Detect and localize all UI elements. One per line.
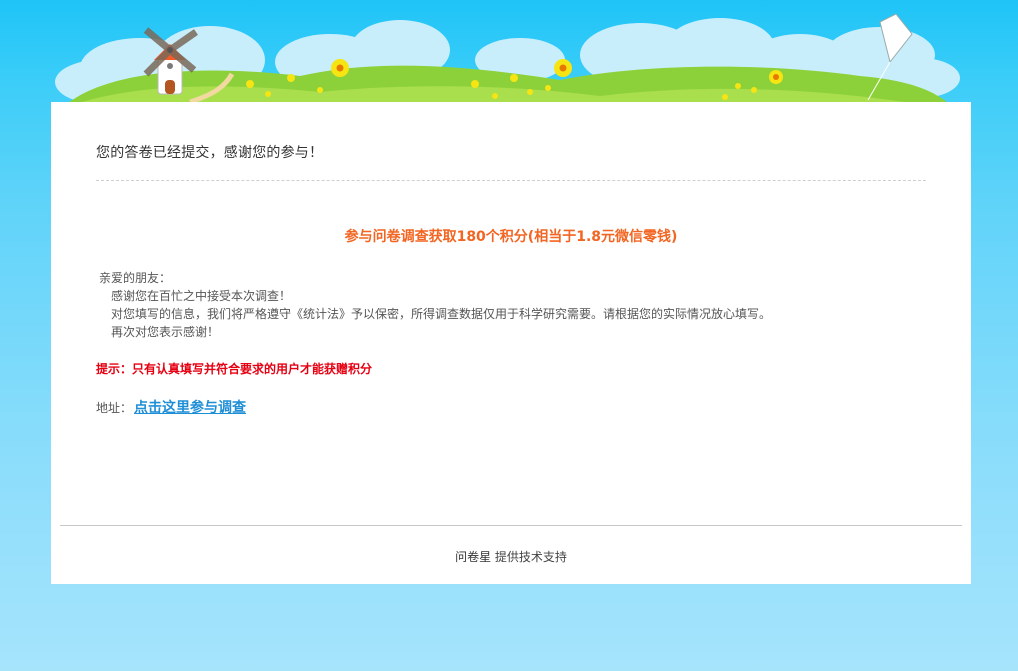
footer-text: 提供技术支持 (494, 550, 567, 564)
address-label: 地址： (96, 401, 133, 415)
letter-line-2: 对您填写的信息，我们将严格遵守《统计法》予以保密，所得调查数据仅用于科学研究需要… (111, 307, 772, 321)
dashed-divider (96, 180, 926, 181)
content-card: 您的答卷已经提交，感谢您的参与！ 参与问卷调查获取180个积分(相当于1.8元微… (51, 102, 971, 584)
header-scene (55, 13, 960, 110)
letter-greeting: 亲爱的朋友： (99, 271, 172, 285)
submission-message: 您的答卷已经提交，感谢您的参与！ (96, 145, 324, 161)
letter-line-3: 再次对您表示感谢！ (111, 325, 220, 339)
footer-brand: 问卷星 (455, 550, 492, 564)
survey-link[interactable]: 点击这里参与调查 (134, 400, 246, 416)
tip-notice: 提示：只有认真填写并符合要求的用户才能获赠积分 (96, 362, 373, 376)
reward-headline: 参与问卷调查获取180个积分(相当于1.8元微信零钱) (344, 229, 678, 245)
letter-line-1: 感谢您在百忙之中接受本次调查！ (111, 289, 292, 303)
address-row: 地址： 点击这里参与调查 (96, 397, 246, 417)
footer-divider (60, 525, 962, 526)
letter-text: 亲爱的朋友： 感谢您在百忙之中接受本次调查！ 对您填写的信息，我们将严格遵守《统… (99, 269, 771, 341)
footer: 问卷星 提供技术支持 (51, 548, 971, 565)
